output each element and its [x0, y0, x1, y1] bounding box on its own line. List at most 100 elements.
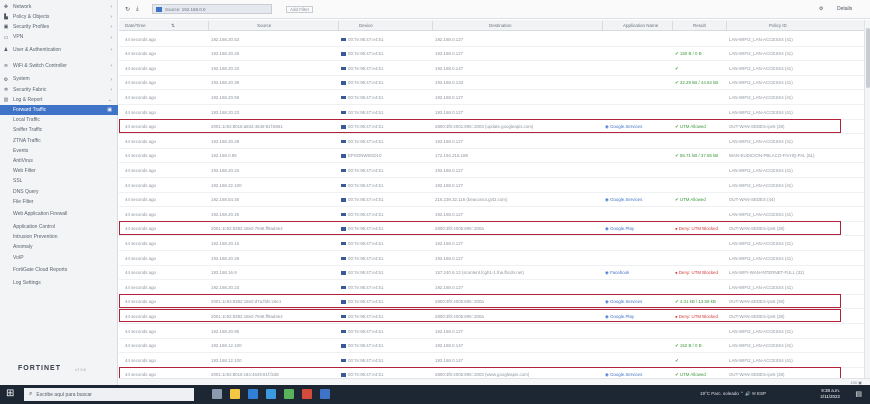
sidebar-item-system[interactable]: ⚙ System ›	[0, 75, 118, 85]
table-row[interactable]: 44 seconds ago 192.168.20.45 00:7e:95:47:e…	[119, 207, 870, 222]
column-header-policy-id[interactable]: Policy ID	[769, 23, 787, 28]
sidebar-subitem-ztna-traffic[interactable]: ZTNA Traffic	[0, 136, 118, 146]
device-label: 00:7e:95:47:e4:51	[348, 109, 384, 115]
sidebar-subitem-fortigate-cloud-reports[interactable]: FortiGate Cloud Reports	[0, 263, 118, 277]
add-filter-button[interactable]: Add Filter	[286, 6, 314, 13]
cell-dst: 172.194.216.186	[435, 153, 468, 159]
refresh-icon[interactable]: ↻	[125, 6, 130, 13]
cell-dst: 192.168.0.127	[435, 328, 464, 334]
cell-device: 00:7e:95:47:e4:51	[341, 285, 431, 290]
cell-device: 00:7e:95:47:e4:51	[341, 197, 431, 202]
sidebar-subitem-forward-traffic[interactable]: Forward Traffic ▣	[0, 105, 118, 116]
table-row[interactable]: 44 seconds ago 192.168.20.28 00:7e:95:47:e…	[119, 134, 870, 149]
sidebar-item-log-report[interactable]: ▥ Log & Report ⌄	[0, 95, 118, 105]
sidebar-item-network[interactable]: ✥ Network ›	[0, 2, 118, 12]
table-row[interactable]: 44 seconds ago 192.168.22.100 00:7e:95:47:…	[119, 178, 870, 193]
taskbar-search-box[interactable]: ⌕ Escribe aquí para buscar	[24, 388, 194, 401]
table-row[interactable]: 44 seconds ago 192.168.20.53 00:7e:95:47:e…	[119, 32, 870, 47]
cell-src: 192.168.12.100	[211, 357, 242, 363]
sidebar-subitem-web-filter[interactable]: Web Filter	[0, 167, 118, 177]
sidebar-item-security-fabric[interactable]: ✲ Security Fabric ›	[0, 85, 118, 95]
notification-icon[interactable]: ▤	[855, 390, 862, 398]
table-row[interactable]: 44 seconds ago 192.168.20.59 00:7e:95:47:e…	[119, 90, 870, 105]
sidebar-subitem-label: FortiGate Cloud Reports	[13, 266, 68, 273]
edge-browser-icon[interactable]	[248, 389, 258, 399]
task-view-icon[interactable]	[212, 389, 222, 399]
column-header-date-time[interactable]: Date/Time	[125, 23, 146, 28]
table-row[interactable]: 44 seconds ago 192.168.12.100 00:7e:95:47:…	[119, 353, 870, 368]
cell-dst: 192.168.0.127	[435, 182, 464, 188]
table-row[interactable]: 44 seconds ago 192.168.20.23 00:7e:95:47:e…	[119, 280, 870, 295]
table-row[interactable]: 44 seconds ago 192.168.54.45 00:7e:95:47:e…	[119, 193, 870, 208]
table-row[interactable]: 44 seconds ago 192.168.20.23 00:7e:95:47:e…	[119, 61, 870, 76]
table-row[interactable]: 44 seconds ago 192.168.20.15 00:7e:95:47:e…	[119, 236, 870, 251]
taskbar-clock[interactable]: 9:38 a.m. 2/11/2022	[820, 388, 840, 400]
app-blue-icon[interactable]	[320, 389, 330, 399]
column-header-destination[interactable]: Destination	[489, 23, 512, 28]
column-header-application-name[interactable]: Application Name	[623, 23, 658, 28]
sidebar-subitem-label: Anomaly	[13, 244, 33, 251]
cell-result: ✔	[675, 357, 679, 363]
app-red-icon[interactable]	[302, 389, 312, 399]
column-separator[interactable]	[338, 21, 339, 30]
device-icon	[341, 329, 346, 334]
column-header-source[interactable]: Source	[257, 23, 271, 28]
sidebar-subitem-dns-query[interactable]: DNS Query	[0, 187, 118, 197]
sidebar-subitem-anomaly[interactable]: Anomaly	[0, 243, 118, 253]
column-separator[interactable]	[208, 21, 209, 30]
column-header-result[interactable]: Result	[693, 23, 706, 28]
table-row[interactable]: 44 seconds ago 192.168.20.23 00:7e:95:47:e…	[119, 163, 870, 178]
mail-icon[interactable]	[266, 389, 276, 399]
download-icon[interactable]: ⤓	[136, 6, 139, 13]
sidebar-subitem-application-control[interactable]: Application Control	[0, 222, 118, 232]
table-row[interactable]: 44 seconds ago 192.168.16.9 00:7e:95:47:e4…	[119, 266, 870, 281]
cell-application: ◉ Facebook	[605, 270, 671, 276]
table-row[interactable]: 44 seconds ago 192.168.12.100 00:7e:95:47:…	[119, 339, 870, 354]
table-row[interactable]: 44 seconds ago 192.168.20.38 00:7e:95:47:e…	[119, 76, 870, 91]
table-row[interactable]: 44 seconds ago 192.168.20.25 00:7e:95:47:e…	[119, 47, 870, 62]
sidebar-subitem-intrusion-prevention[interactable]: Intrusion Prevention	[0, 233, 118, 243]
sidebar-subitem-local-traffic[interactable]: Local Traffic	[0, 116, 118, 126]
details-button[interactable]: Details	[837, 6, 852, 12]
active-filter-chip[interactable]: Source: 192.168.0.0	[152, 4, 272, 14]
column-header-device[interactable]: Device	[359, 23, 373, 28]
cell-policy: LAN-WIFI2_LAN-ACCESS4 (41)	[729, 211, 793, 217]
sidebar-subitem-log-settings[interactable]: Log Settings	[0, 278, 118, 288]
filter-chip-mark	[156, 6, 162, 12]
column-separator[interactable]	[602, 21, 603, 30]
device-icon	[341, 52, 346, 56]
column-separator[interactable]	[726, 21, 727, 30]
cell-time: 44 seconds ago	[125, 240, 157, 246]
vertical-scrollbar[interactable]	[864, 20, 870, 378]
sidebar-item-label: Log & Report	[13, 96, 43, 103]
table-row[interactable]: 44 seconds ago 192.168.20.23 00:7e:95:47:e…	[119, 105, 870, 120]
scrollbar-thumb[interactable]	[866, 28, 870, 88]
device-label: 00:7e:95:47:e4:51	[348, 328, 384, 334]
sidebar-subitem-antivirus[interactable]: AntiVirus	[0, 156, 118, 166]
sidebar-subitem-ssl[interactable]: SSL	[0, 177, 118, 187]
sort-icon[interactable]: ⇅	[171, 23, 175, 29]
sidebar-subitem-web-application-firewall[interactable]: Web Application Firewall	[0, 207, 118, 221]
sidebar-item-user-authentication[interactable]: ♟ User & Authentication ›	[0, 43, 118, 58]
table-row[interactable]: 44 seconds ago 192.168.20.28 00:7e:95:47:e…	[119, 251, 870, 266]
column-separator[interactable]	[432, 21, 433, 30]
app-green-icon[interactable]	[284, 389, 294, 399]
sidebar-subitem-label: Application Control	[13, 223, 55, 230]
sidebar-item-vpn[interactable]: ▭ VPN ›	[0, 33, 118, 43]
sidebar-subitem-voip[interactable]: VoIP	[0, 253, 118, 263]
table-row[interactable]: 44 seconds ago 192.168.20.95 00:7e:95:47:e…	[119, 324, 870, 339]
sidebar-subitem-sniffer-traffic[interactable]: Sniffer Traffic	[0, 126, 118, 136]
file-explorer-icon[interactable]	[230, 389, 240, 399]
sidebar-item-label: Security Fabric	[13, 86, 47, 93]
sidebar-item-wifi-switch-controller[interactable]: ≋ WiFi & Switch Controller ›	[0, 59, 118, 74]
windows-start-icon[interactable]: ⊞	[6, 389, 14, 399]
settings-icon[interactable]: ⚙	[819, 6, 823, 12]
sidebar-subitem-events[interactable]: Events	[0, 146, 118, 156]
sidebar-item-policy-objects[interactable]: ▙ Policy & Objects ›	[0, 12, 118, 22]
device-label: 00:7e:95:47:e4:51	[348, 182, 384, 188]
column-separator[interactable]	[672, 21, 673, 30]
sidebar-subitem-file-filter[interactable]: File Filter	[0, 197, 118, 207]
system-tray[interactable]: 19°C Parc. soleado ⌃ 🔊 ✉ ESP	[700, 391, 766, 397]
table-row[interactable]: 44 seconds ago 192.168.0.95 EPSONW5GD10 172…	[119, 149, 870, 164]
sidebar-item-security-profiles[interactable]: ▣ Security Profiles ›	[0, 22, 118, 32]
